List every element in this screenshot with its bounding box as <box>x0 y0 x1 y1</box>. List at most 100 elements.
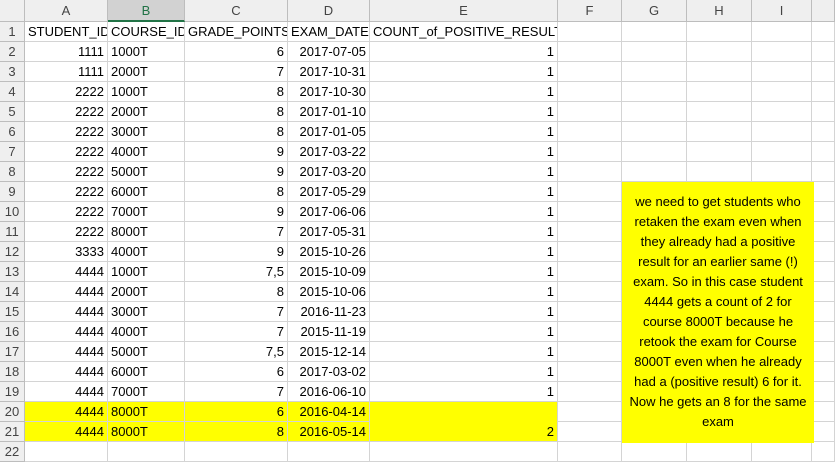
column-header-A[interactable]: A <box>25 0 108 22</box>
data-cell[interactable]: 2017-05-31 <box>288 222 370 242</box>
row-header[interactable]: 2 <box>0 42 25 62</box>
cell[interactable] <box>370 442 558 462</box>
data-cell[interactable]: 2222 <box>25 202 108 222</box>
data-cell[interactable]: 2222 <box>25 222 108 242</box>
row-header[interactable]: 18 <box>0 362 25 382</box>
cell[interactable] <box>558 382 622 402</box>
data-cell[interactable]: 1 <box>370 202 558 222</box>
data-cell[interactable]: 7,5 <box>185 342 288 362</box>
data-cell[interactable]: 2222 <box>25 162 108 182</box>
data-cell[interactable]: 2015-12-14 <box>288 342 370 362</box>
cell[interactable] <box>558 362 622 382</box>
data-cell[interactable]: 6 <box>185 402 288 422</box>
cell[interactable] <box>812 82 835 102</box>
cell[interactable] <box>622 42 687 62</box>
cell[interactable] <box>687 102 752 122</box>
row-header[interactable]: 7 <box>0 142 25 162</box>
cell[interactable] <box>812 102 835 122</box>
data-cell[interactable]: 8 <box>185 182 288 202</box>
cell[interactable] <box>558 262 622 282</box>
column-header-D[interactable]: D <box>288 0 370 22</box>
data-cell[interactable]: 2017-05-29 <box>288 182 370 202</box>
cell[interactable] <box>558 442 622 462</box>
data-cell[interactable]: 6000T <box>108 182 185 202</box>
cell[interactable] <box>558 322 622 342</box>
data-cell[interactable]: 2017-06-06 <box>288 202 370 222</box>
cell[interactable] <box>558 242 622 262</box>
data-cell[interactable]: 4000T <box>108 242 185 262</box>
cell[interactable] <box>752 142 812 162</box>
data-cell[interactable]: 8 <box>185 422 288 442</box>
data-cell[interactable]: 4444 <box>25 322 108 342</box>
row-header[interactable]: 5 <box>0 102 25 122</box>
data-cell[interactable]: 7000T <box>108 382 185 402</box>
data-cell[interactable] <box>370 402 558 422</box>
data-cell[interactable]: 7 <box>185 382 288 402</box>
data-cell[interactable]: 2017-01-10 <box>288 102 370 122</box>
data-cell[interactable]: 2016-05-14 <box>288 422 370 442</box>
data-cell[interactable]: 7 <box>185 322 288 342</box>
data-cell[interactable]: 1 <box>370 322 558 342</box>
cell[interactable] <box>687 142 752 162</box>
data-cell[interactable]: 2016-11-23 <box>288 302 370 322</box>
data-cell[interactable]: 1 <box>370 362 558 382</box>
cell[interactable] <box>687 22 752 42</box>
cell[interactable] <box>752 82 812 102</box>
row-header[interactable]: 4 <box>0 82 25 102</box>
data-cell[interactable]: 7 <box>185 302 288 322</box>
cell[interactable] <box>812 402 835 422</box>
cell[interactable] <box>622 22 687 42</box>
cell[interactable] <box>622 142 687 162</box>
data-cell[interactable]: 8 <box>185 82 288 102</box>
cell[interactable] <box>812 422 835 442</box>
data-cell[interactable]: 1 <box>370 62 558 82</box>
cell[interactable] <box>752 22 812 42</box>
data-cell[interactable]: 1 <box>370 122 558 142</box>
cell[interactable] <box>558 182 622 202</box>
column-header-F[interactable]: F <box>558 0 622 22</box>
data-cell[interactable]: 8000T <box>108 222 185 242</box>
row-header[interactable]: 14 <box>0 282 25 302</box>
data-cell[interactable]: 1 <box>370 42 558 62</box>
data-cell[interactable]: 7 <box>185 222 288 242</box>
column-header-E[interactable]: E <box>370 0 558 22</box>
data-cell[interactable]: 7 <box>185 62 288 82</box>
row-header[interactable]: 13 <box>0 262 25 282</box>
cell[interactable] <box>558 222 622 242</box>
cell[interactable] <box>812 182 835 202</box>
row-header[interactable]: 17 <box>0 342 25 362</box>
cell[interactable] <box>812 362 835 382</box>
data-cell[interactable]: 2016-06-10 <box>288 382 370 402</box>
cell[interactable] <box>812 142 835 162</box>
data-cell[interactable]: 1 <box>370 102 558 122</box>
data-cell[interactable]: 4444 <box>25 342 108 362</box>
cell[interactable] <box>558 82 622 102</box>
data-cell[interactable]: 5000T <box>108 162 185 182</box>
cell[interactable] <box>752 442 812 462</box>
cell[interactable] <box>687 42 752 62</box>
cell[interactable] <box>622 122 687 142</box>
cell[interactable] <box>812 442 835 462</box>
data-cell[interactable]: 2222 <box>25 122 108 142</box>
cell[interactable] <box>558 282 622 302</box>
cell[interactable] <box>558 202 622 222</box>
data-cell[interactable]: 1 <box>370 222 558 242</box>
cell[interactable] <box>752 162 812 182</box>
row-header[interactable]: 22 <box>0 442 25 462</box>
data-cell[interactable]: 8 <box>185 102 288 122</box>
data-cell[interactable]: 1 <box>370 242 558 262</box>
data-cell[interactable]: 5000T <box>108 342 185 362</box>
data-cell[interactable]: 6 <box>185 362 288 382</box>
row-header[interactable]: 20 <box>0 402 25 422</box>
data-cell[interactable]: 8000T <box>108 422 185 442</box>
cell[interactable] <box>752 42 812 62</box>
data-cell[interactable]: 1111 <box>25 62 108 82</box>
data-cell[interactable]: 9 <box>185 242 288 262</box>
row-header[interactable]: 6 <box>0 122 25 142</box>
header-cell[interactable]: COURSE_ID <box>108 22 185 42</box>
cell[interactable] <box>752 102 812 122</box>
data-cell[interactable]: 3333 <box>25 242 108 262</box>
data-cell[interactable]: 2222 <box>25 182 108 202</box>
row-header[interactable]: 8 <box>0 162 25 182</box>
data-cell[interactable]: 2015-11-19 <box>288 322 370 342</box>
